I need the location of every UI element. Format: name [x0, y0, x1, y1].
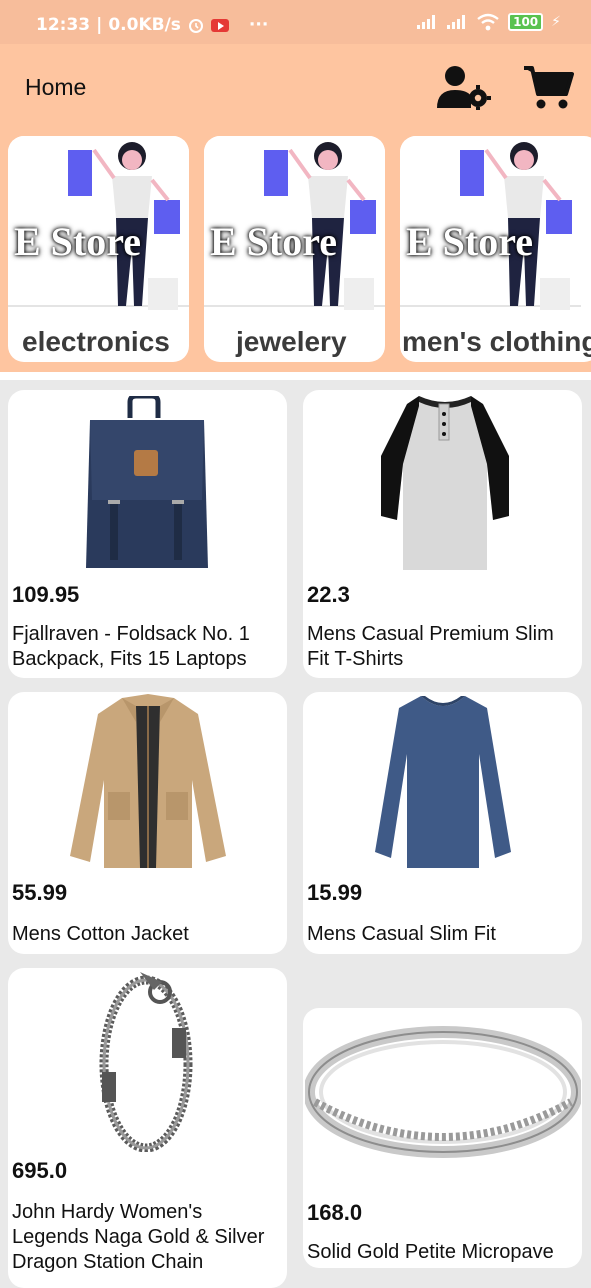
product-price: 15.99: [307, 880, 363, 905]
product-image-raglan-tshirt: [381, 396, 509, 570]
product-image-jacket: [70, 694, 226, 868]
product-image-bracelet: [99, 972, 193, 1152]
banner-text: E Store: [14, 219, 142, 264]
divider: [0, 372, 591, 380]
product-price: 168.0: [307, 1200, 363, 1225]
charging-icon: ⚡: [551, 14, 561, 30]
product-card[interactable]: 22.3 Mens Casual Premium Slim Fit T-Shir…: [303, 390, 582, 678]
product-card[interactable]: 109.95 Fjallraven - Foldsack No. 1 Backp…: [8, 390, 287, 678]
product-card[interactable]: 168.0 Solid Gold Petite Micropave: [303, 1008, 582, 1268]
category-card-mens-clothing[interactable]: E Store men's clothing: [400, 136, 591, 362]
status-bar: 12:33 | 0.0KB/s ··· 100 ⚡: [0, 0, 591, 44]
more-notifications: ···: [248, 15, 269, 35]
banner-text: E Store: [406, 219, 534, 264]
product-name: Mens Casual Slim Fit: [307, 923, 496, 945]
alarm-icon: [188, 19, 203, 33]
status-time: 12:33: [36, 15, 91, 35]
product-image-long-sleeve-shirt: [375, 696, 511, 868]
signal-icon-2: [447, 15, 466, 29]
product-image-ring: [305, 1026, 581, 1158]
category-name: men's clothing: [402, 326, 591, 357]
category-name: electronics: [22, 326, 170, 357]
product-image-backpack: [86, 396, 208, 568]
product-name: Fjallraven - Foldsack No. 1 Backpack, Fi…: [12, 623, 250, 670]
product-price: 22.3: [307, 582, 350, 607]
product-card[interactable]: 55.99 Mens Cotton Jacket: [8, 692, 287, 954]
product-card[interactable]: 15.99 Mens Casual Slim Fit: [303, 692, 582, 954]
product-name: Mens Cotton Jacket: [12, 923, 189, 945]
network-speed: 0.0KB/s: [108, 15, 181, 35]
product-price: 55.99: [12, 880, 68, 905]
product-name: Mens Casual Premium Slim Fit T-Shirts: [307, 623, 554, 670]
product-name: John Hardy Women's Legends Naga Gold & S…: [12, 1201, 265, 1273]
product-price: 695.0: [12, 1158, 68, 1183]
cart-icon[interactable]: [522, 64, 574, 110]
page-title: Home: [25, 74, 87, 100]
category-carousel[interactable]: E Store electronics E Store jewelery E S…: [0, 130, 591, 372]
category-name: jewelery: [236, 326, 347, 357]
user-settings-icon[interactable]: [437, 64, 491, 110]
category-card-jewelery[interactable]: E Store jewelery: [204, 136, 385, 362]
product-name: Solid Gold Petite Micropave: [307, 1241, 554, 1263]
app-bar: Home: [0, 44, 591, 130]
wifi-icon: [477, 13, 499, 31]
product-grid[interactable]: 109.95 Fjallraven - Foldsack No. 1 Backp…: [0, 382, 591, 1288]
product-card[interactable]: 695.0 John Hardy Women's Legends Naga Go…: [8, 968, 287, 1288]
battery-icon: 100: [508, 13, 544, 31]
category-card-electronics[interactable]: E Store electronics: [8, 136, 189, 362]
signal-icon: [417, 15, 436, 29]
banner-text: E Store: [210, 219, 338, 264]
product-price: 109.95: [12, 582, 80, 607]
youtube-icon: [210, 18, 229, 32]
